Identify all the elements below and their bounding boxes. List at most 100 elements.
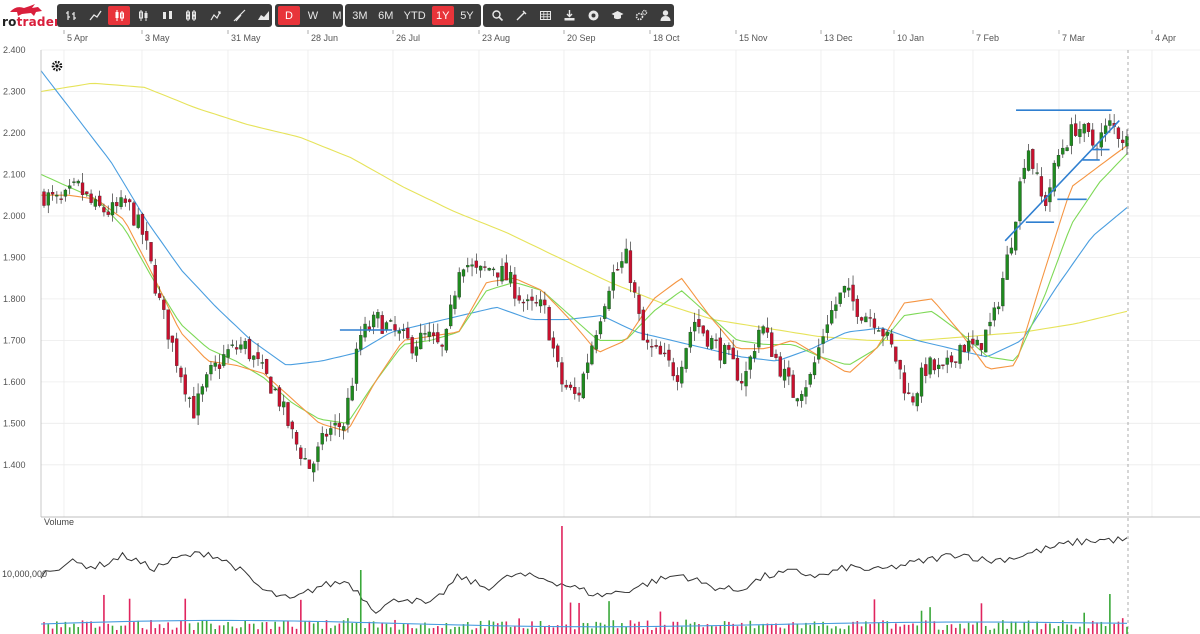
volume-bar	[270, 628, 272, 634]
table-icon[interactable]	[534, 6, 556, 25]
candle-body	[765, 327, 770, 333]
volume-bar	[561, 526, 563, 634]
x-tick-label: 26 Jul	[396, 33, 420, 43]
y-tick-label: 1.700	[3, 335, 26, 345]
volume-bar	[788, 623, 790, 634]
candle-body	[85, 191, 89, 195]
candle-body	[312, 463, 316, 473]
range-ytd-button[interactable]: YTD	[400, 6, 430, 25]
candle-body	[230, 344, 234, 346]
volume-candle-icon[interactable]	[180, 6, 202, 25]
drawing-tool-icon[interactable]	[510, 6, 532, 25]
candle-body	[787, 367, 791, 377]
candle-body	[842, 285, 847, 293]
candle-body	[521, 301, 526, 304]
volume-bar	[60, 627, 62, 634]
candle-body	[795, 398, 800, 402]
volume-bar	[385, 623, 388, 634]
candle-body	[641, 309, 645, 341]
search-icon[interactable]	[486, 6, 508, 25]
candle-body	[1078, 129, 1082, 137]
candle-body	[59, 198, 63, 200]
candle-body	[1018, 181, 1022, 222]
download-icon[interactable]	[558, 6, 580, 25]
candle-body	[175, 338, 179, 366]
point-figure-icon[interactable]	[228, 6, 250, 25]
sma-long-line	[40, 70, 1128, 366]
price-chart[interactable]: 5 Apr 3 May 31 May 28 Jun 26 Jul 23 Aug 20 Sep…	[0, 30, 1200, 634]
ohlc-bars-icon[interactable]	[60, 6, 82, 25]
candle-body	[735, 357, 740, 381]
mountain-icon[interactable]	[252, 6, 274, 25]
volume-bar	[407, 623, 409, 634]
interval-weekly-button[interactable]: W	[302, 6, 324, 25]
range-5y-button[interactable]: 5Y	[456, 6, 478, 25]
volume-bar	[402, 624, 405, 634]
candle-body	[992, 307, 996, 321]
candle-body	[102, 207, 106, 213]
record-icon[interactable]	[582, 6, 604, 25]
line-chart-icon[interactable]	[84, 6, 106, 25]
candle-body	[984, 329, 988, 353]
range-6m-button[interactable]: 6M	[374, 6, 398, 25]
interval-daily-button[interactable]: D	[278, 6, 300, 25]
volume-bar	[150, 620, 152, 634]
candle-body	[744, 371, 748, 387]
candle-body	[1082, 124, 1086, 134]
candle-body	[1121, 139, 1125, 144]
range-toolbar: 3M 6M YTD 1Y 5Y	[345, 4, 481, 27]
volume-bar	[535, 628, 538, 634]
candle-body	[286, 402, 290, 426]
volume-bar	[458, 626, 461, 634]
volume-bar	[980, 603, 983, 634]
volume-bar	[1057, 625, 1060, 634]
candle-body	[757, 329, 761, 348]
candle-body	[436, 332, 440, 343]
candle-body	[410, 337, 414, 354]
volume-bar	[1023, 622, 1026, 634]
volume-bar	[873, 599, 876, 634]
candle-body	[615, 269, 620, 271]
candle-body	[821, 336, 825, 344]
candlestick-icon[interactable]	[108, 6, 130, 25]
volume-bar	[47, 624, 50, 634]
volume-bar	[954, 627, 957, 634]
volume-bar	[51, 628, 54, 634]
renko-icon[interactable]	[204, 6, 226, 25]
chart-settings-icon[interactable]	[51, 60, 63, 72]
volume-bar	[830, 628, 833, 634]
volume-bar	[77, 627, 80, 634]
volume-bar	[569, 602, 572, 634]
volume-bar	[218, 625, 221, 634]
volume-bar	[86, 621, 88, 634]
range-3m-button[interactable]: 3M	[348, 6, 372, 25]
settings-cogs-icon[interactable]	[630, 6, 652, 25]
hollow-candle-icon[interactable]	[132, 6, 154, 25]
graduation-cap-icon[interactable]	[606, 6, 628, 25]
volume-bar	[817, 625, 820, 634]
volume-average-line	[40, 536, 1128, 614]
range-1y-button[interactable]: 1Y	[431, 6, 454, 25]
volume-bar	[261, 622, 264, 634]
candle-body	[979, 343, 984, 350]
volume-bar	[1053, 628, 1056, 634]
candle-body	[303, 458, 307, 460]
volume-bar	[449, 629, 452, 634]
candle-body	[277, 387, 282, 407]
volume-bar	[163, 627, 165, 634]
candle-body	[63, 189, 68, 197]
heikin-ashi-icon[interactable]	[156, 6, 178, 25]
volume-bar	[907, 624, 910, 634]
candle-body	[603, 306, 607, 319]
volume-bar	[852, 621, 854, 634]
volume-bar	[573, 629, 576, 634]
volume-bar	[984, 625, 987, 634]
candle-body	[234, 347, 239, 350]
user-icon[interactable]	[654, 6, 676, 25]
candle-body	[166, 309, 170, 340]
volume-bar	[710, 626, 713, 634]
x-tick-label: 28 Jun	[311, 33, 338, 43]
x-tick-label: 18 Oct	[653, 33, 680, 43]
volume-bar	[582, 622, 585, 634]
candle-body	[427, 331, 431, 337]
